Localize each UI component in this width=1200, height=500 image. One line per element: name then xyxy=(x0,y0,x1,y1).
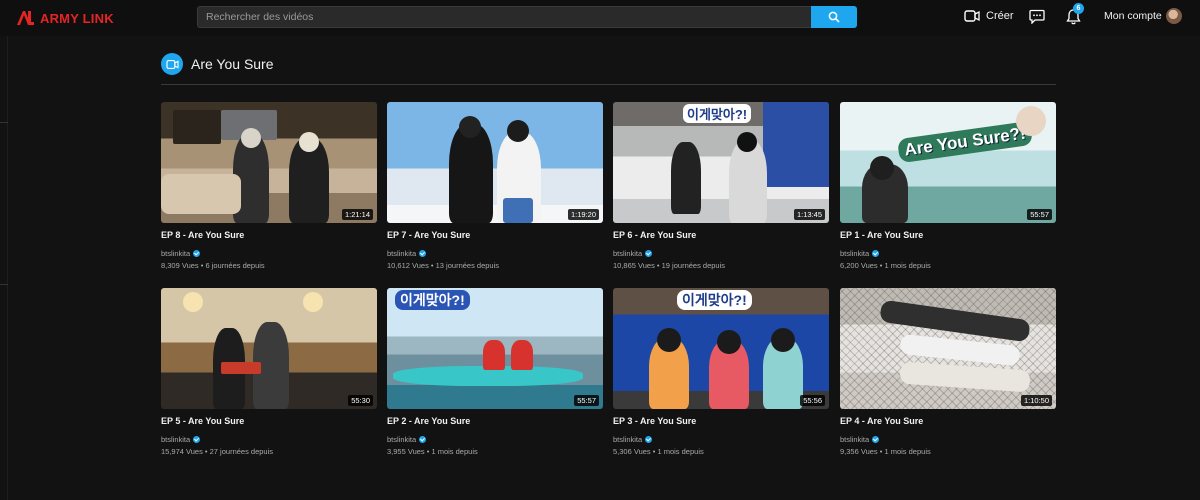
video-card[interactable]: 이게맞아?! 55:56 EP 3 - Are You Sure btslink… xyxy=(613,288,829,456)
channel-row[interactable]: btslinkita xyxy=(387,435,603,444)
video-duration: 55:30 xyxy=(348,395,373,406)
video-title[interactable]: EP 3 - Are You Sure xyxy=(613,416,829,426)
video-thumbnail[interactable]: 1:21:14 xyxy=(161,102,377,223)
video-meta: 6,200 Vues • 1 mois depuis xyxy=(840,261,931,270)
video-card[interactable]: 이게맞아?! 55:57 EP 2 - Are You Sure btslink… xyxy=(387,288,603,456)
video-meta: 9,356 Vues • 1 mois depuis xyxy=(840,447,931,456)
video-card[interactable]: 1:10:50 EP 4 - Are You Sure btslinkita 9… xyxy=(840,288,1056,456)
thumbnail-sticker: 이게맞아?! xyxy=(677,290,752,310)
video-card[interactable]: 55:30 EP 5 - Are You Sure btslinkita 15,… xyxy=(161,288,377,456)
video-thumbnail[interactable]: 이게맞아?! 55:56 xyxy=(613,288,829,409)
logo-text: ARMY LINK xyxy=(40,10,114,26)
video-thumbnail[interactable]: 이게맞아?! 55:57 xyxy=(387,288,603,409)
channel-name: btslinkita xyxy=(840,249,870,258)
channel-name: btslinkita xyxy=(161,249,191,258)
video-meta: 15,974 Vues • 27 journées depuis xyxy=(161,447,274,456)
video-meta: 10,865 Vues • 19 journées depuis xyxy=(613,261,726,270)
rail-divider xyxy=(0,122,8,123)
section-icon xyxy=(161,53,183,75)
channel-name: btslinkita xyxy=(613,435,643,444)
video-camera-icon xyxy=(165,59,179,69)
video-meta: 5,306 Vues • 1 mois depuis xyxy=(613,447,704,456)
video-duration: 55:57 xyxy=(1027,209,1052,220)
section-divider xyxy=(161,84,1056,85)
logo[interactable]: ARMY LINK xyxy=(16,9,114,27)
top-bar: ARMY LINK Créer 6 Mon compte xyxy=(0,0,1200,36)
channel-name: btslinkita xyxy=(387,249,417,258)
video-card[interactable]: Are You Sure?! 55:57 EP 1 - Are You Sure… xyxy=(840,102,1056,270)
notification-badge: 6 xyxy=(1073,3,1084,14)
video-thumbnail[interactable]: 55:30 xyxy=(161,288,377,409)
channel-row[interactable]: btslinkita xyxy=(840,249,1056,258)
video-duration: 1:13:45 xyxy=(793,209,825,220)
channel-row[interactable]: btslinkita xyxy=(613,249,829,258)
video-thumbnail[interactable]: 1:10:50 xyxy=(840,288,1056,409)
video-card[interactable]: 이게맞아?! 1:13:45 EP 6 - Are You Sure btsli… xyxy=(613,102,829,270)
account-label: Mon compte xyxy=(1104,10,1162,22)
channel-row[interactable]: btslinkita xyxy=(387,249,603,258)
army-link-logo-icon xyxy=(17,11,34,25)
video-duration: 1:19:20 xyxy=(567,209,599,220)
thumbnail-sticker: 이게맞아?! xyxy=(395,290,470,310)
create-label: Créer xyxy=(986,10,1014,22)
verified-icon xyxy=(872,250,880,257)
chat-icon xyxy=(1029,9,1045,25)
verified-icon xyxy=(645,250,653,257)
verified-icon xyxy=(419,436,427,443)
section-header: Are You Sure xyxy=(161,53,274,75)
verified-icon xyxy=(193,250,201,257)
video-title[interactable]: EP 1 - Are You Sure xyxy=(840,230,1056,240)
avatar xyxy=(1165,8,1182,24)
video-meta: 3,955 Vues • 1 mois depuis xyxy=(387,447,478,456)
channel-row[interactable]: btslinkita xyxy=(613,435,829,444)
video-duration: 55:56 xyxy=(800,395,825,406)
search-input[interactable] xyxy=(197,6,811,28)
left-rail xyxy=(0,36,8,500)
video-thumbnail[interactable]: 1:19:20 xyxy=(387,102,603,223)
video-duration: 55:57 xyxy=(574,395,599,406)
channel-row[interactable]: btslinkita xyxy=(161,249,377,258)
video-card[interactable]: 1:19:20 EP 7 - Are You Sure btslinkita 1… xyxy=(387,102,603,270)
video-title[interactable]: EP 5 - Are You Sure xyxy=(161,416,377,426)
video-title[interactable]: EP 2 - Are You Sure xyxy=(387,416,603,426)
video-title[interactable]: EP 8 - Are You Sure xyxy=(161,230,377,240)
thumbnail-sticker: 이게맞아?! xyxy=(683,104,752,123)
video-meta: 10,612 Vues • 13 journées depuis xyxy=(387,261,500,270)
channel-name: btslinkita xyxy=(161,435,191,444)
account-menu[interactable]: Mon compte xyxy=(1104,8,1182,24)
video-duration: 1:21:14 xyxy=(341,209,373,220)
thumbnail-sticker: Are You Sure?! xyxy=(896,120,1034,164)
section-title: Are You Sure xyxy=(191,56,274,72)
channel-name: btslinkita xyxy=(387,435,417,444)
video-meta: 8,309 Vues • 6 journées depuis xyxy=(161,261,265,270)
verified-icon xyxy=(419,250,427,257)
verified-icon xyxy=(645,436,653,443)
search-icon xyxy=(828,11,840,23)
channel-row[interactable]: btslinkita xyxy=(161,435,377,444)
video-duration: 1:10:50 xyxy=(1020,395,1052,406)
verified-icon xyxy=(193,436,201,443)
video-thumbnail[interactable]: 이게맞아?! 1:13:45 xyxy=(613,102,829,223)
messages-button[interactable] xyxy=(1029,9,1045,29)
video-card[interactable]: 1:21:14 EP 8 - Are You Sure btslinkita 8… xyxy=(161,102,377,270)
create-button[interactable]: Créer xyxy=(964,9,1014,23)
channel-name: btslinkita xyxy=(613,249,643,258)
channel-row[interactable]: btslinkita xyxy=(840,435,1056,444)
channel-name: btslinkita xyxy=(840,435,870,444)
video-title[interactable]: EP 4 - Are You Sure xyxy=(840,416,1056,426)
video-title[interactable]: EP 7 - Are You Sure xyxy=(387,230,603,240)
video-camera-icon xyxy=(964,10,980,22)
search-button[interactable] xyxy=(811,6,857,28)
video-thumbnail[interactable]: Are You Sure?! 55:57 xyxy=(840,102,1056,223)
verified-icon xyxy=(872,436,880,443)
rail-divider xyxy=(0,284,8,285)
search-bar xyxy=(197,6,857,28)
video-title[interactable]: EP 6 - Are You Sure xyxy=(613,230,829,240)
